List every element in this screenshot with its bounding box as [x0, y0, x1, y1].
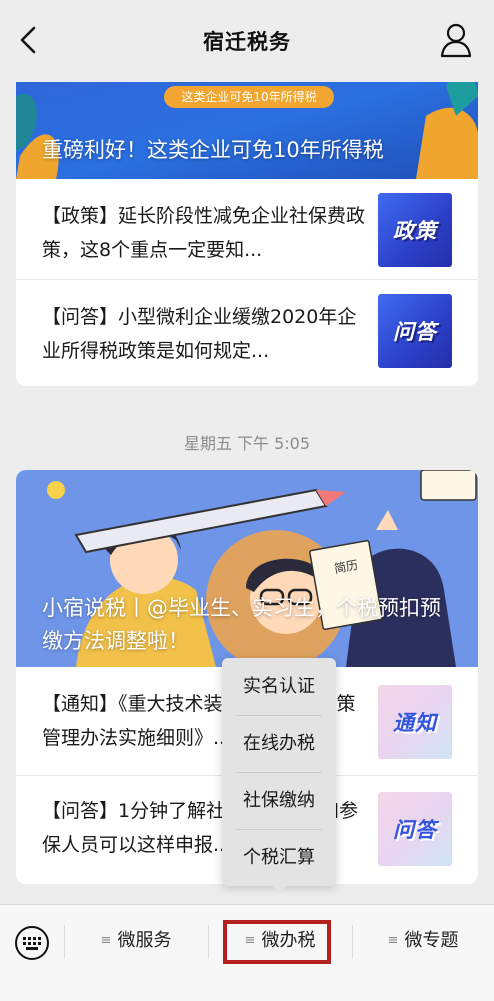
popup-arrow [270, 884, 288, 893]
thumbnail-label: 问答 [393, 320, 437, 344]
user-profile-icon[interactable] [438, 20, 474, 60]
tab-micro-service[interactable]: ≡ 微服务 [64, 905, 208, 977]
submenu-popup: 实名认证 在线办税 社保缴纳 个税汇算 [222, 658, 336, 886]
page-title: 宿迁税务 [203, 30, 291, 54]
menu-lines-icon: ≡ [387, 933, 399, 948]
list-item-title: 【问答】小型微利企业缓缴2020年企业所得税政策是如何规定... [42, 306, 357, 362]
banner-badge-text: 这类企业可免10年所得税 [181, 90, 317, 104]
list-item-thumbnail: 政策 [378, 193, 452, 267]
menu-lines-icon: ≡ [100, 933, 112, 948]
top-nav-bar: 宿迁税务 [0, 0, 494, 82]
tab-label: 微办税 [261, 930, 316, 951]
message-timestamp: 星期五 下午 5:05 [183, 434, 311, 453]
tab-micro-topic[interactable]: ≡ 微专题 [352, 905, 494, 977]
tab-label: 微专题 [404, 930, 459, 951]
list-item-title: 【政策】延长阶段性减免企业社保费政策，这8个重点一定要知... [42, 205, 366, 261]
bottom-menu-bar: ≡ 微服务 ≡ 微办税 ≡ 微专题 [0, 904, 494, 1001]
hero-caption-2: 小宿说税丨@毕业生、实习生，个税预扣预缴方法调整啦！ [42, 596, 441, 653]
tab-label: 微服务 [117, 930, 172, 951]
list-item-thumbnail: 问答 [378, 792, 452, 866]
list-item[interactable]: 【问答】小型微利企业缓缴2020年企业所得税政策是如何规定... 问答 [16, 279, 478, 380]
list-item-thumbnail: 通知 [378, 685, 452, 759]
list-item-thumbnail: 问答 [378, 294, 452, 368]
keyboard-icon[interactable] [14, 925, 50, 961]
hero-caption-1: 重磅利好！这类企业可免10年所得税 [42, 138, 384, 162]
menu-item-individual-tax[interactable]: 个税汇算 [222, 829, 336, 886]
tab-micro-tax[interactable]: ≡ 微办税 [208, 905, 352, 977]
menu-item-social-security[interactable]: 社保缴纳 [222, 772, 336, 829]
hero-banner-2[interactable]: 简历 小宿说税丨@毕业生、实习生，个税预扣预缴方法调整啦！ [16, 470, 478, 667]
thumbnail-label: 问答 [393, 818, 437, 842]
menu-lines-icon: ≡ [244, 933, 256, 948]
list-item[interactable]: 【政策】延长阶段性减免企业社保费政策，这8个重点一定要知... 政策 [16, 179, 478, 279]
thumbnail-label: 通知 [393, 711, 437, 735]
menu-item-online-tax[interactable]: 在线办税 [222, 715, 336, 772]
menu-item-real-name-auth[interactable]: 实名认证 [222, 658, 336, 715]
article-card-1: 这类企业可免10年所得税 重磅利好！这类企业可免10年所得税 【政策】延长阶段性… [16, 56, 478, 386]
thumbnail-label: 政策 [393, 219, 437, 243]
